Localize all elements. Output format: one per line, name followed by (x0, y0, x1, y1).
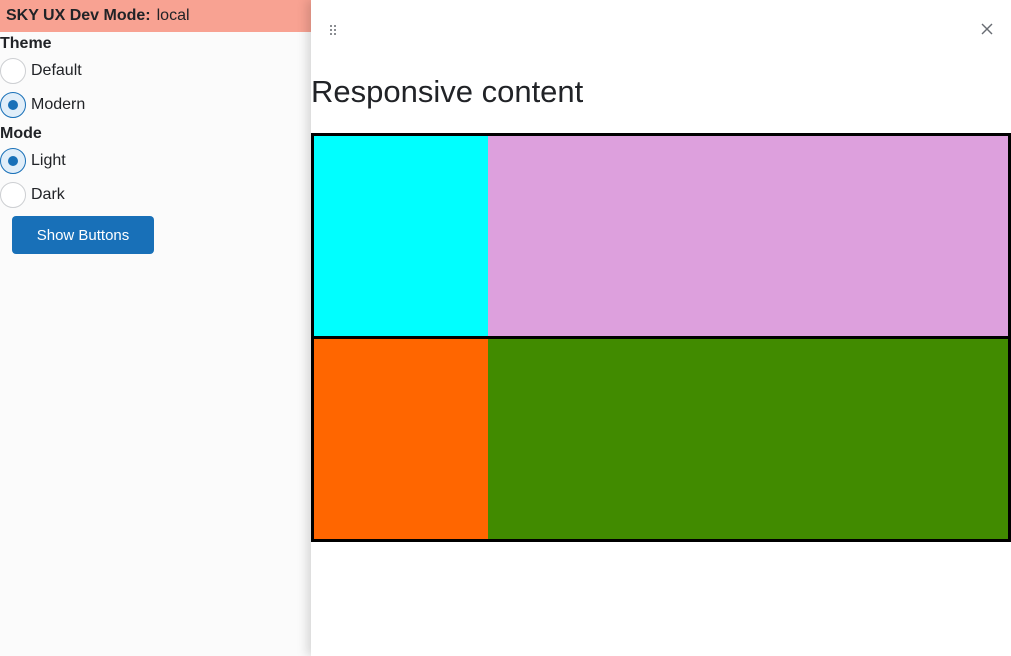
dev-mode-bar: SKY UX Dev Mode: local (0, 0, 311, 32)
theme-label: Theme (0, 35, 52, 52)
theme-option-modern-label: Modern (31, 96, 86, 113)
responsive-grid (311, 133, 1011, 542)
mode-label: Mode (0, 125, 42, 142)
grid-row-2 (311, 336, 1011, 542)
box-orange (314, 339, 488, 539)
radio-default[interactable] (0, 58, 26, 84)
radio-modern[interactable] (0, 92, 26, 118)
dev-mode-title: SKY UX Dev Mode: (6, 7, 151, 24)
dev-panel: SKY UX Dev Mode: local Theme Default Mod… (0, 0, 311, 656)
mode-option-light[interactable]: Light (0, 144, 311, 178)
box-green (488, 339, 1008, 539)
box-cyan (314, 136, 488, 336)
dev-mode-value: local (156, 7, 190, 24)
close-button[interactable] (977, 19, 997, 39)
show-buttons-button[interactable]: Show Buttons (12, 216, 154, 254)
grid-row-1 (311, 133, 1011, 339)
theme-option-default[interactable]: Default (0, 54, 311, 88)
flyout-title: Responsive content (311, 74, 584, 109)
radio-dark[interactable] (0, 182, 26, 208)
radio-light[interactable] (0, 148, 26, 174)
mode-option-dark-label: Dark (31, 186, 65, 203)
mode-option-dark[interactable]: Dark (0, 178, 311, 212)
theme-option-default-label: Default (31, 62, 82, 79)
theme-option-modern[interactable]: Modern (0, 88, 311, 122)
close-icon (981, 23, 993, 35)
box-plum (488, 136, 1008, 336)
drag-handle-icon[interactable] (330, 25, 338, 35)
flyout-panel: Responsive content (311, 0, 1011, 656)
mode-option-light-label: Light (31, 152, 66, 169)
